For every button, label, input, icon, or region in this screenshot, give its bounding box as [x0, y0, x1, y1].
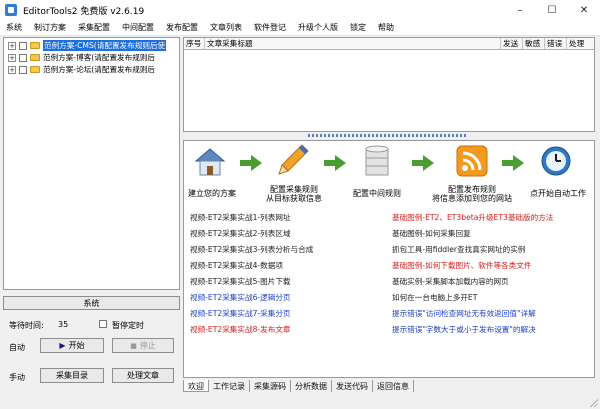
menu-item-lock[interactable]: 锁定 [344, 22, 372, 33]
tree-item[interactable]: + 范例方案-论坛(请配置发布规则后 [4, 64, 179, 75]
stop-icon: ■ [130, 341, 137, 350]
menu-item-help[interactable]: 帮助 [372, 22, 400, 33]
tutorial-link[interactable]: 视频-ET2采集实战5-图片下载 [190, 276, 291, 287]
arrow-right-icon [324, 155, 346, 171]
start-button[interactable]: ▶ 开始 [40, 338, 104, 353]
folder-icon [30, 42, 40, 49]
title-bar: EditorTools2 免费版 v2.6.19 – ☐ ✕ [0, 0, 600, 20]
auto-label: 自动 [9, 343, 25, 352]
menu-item-collect-config[interactable]: 采集配置 [72, 22, 116, 33]
database-icon[interactable] [364, 145, 390, 179]
grid-header: 序号 文章采集标题 发送 敏感 错误 处理 [184, 38, 594, 50]
expand-icon[interactable]: + [8, 65, 16, 74]
tree-item-label[interactable]: 范例方案-CMS(请配置发布规则后使 [43, 40, 167, 51]
tab-source-code[interactable]: 采集源码 [250, 380, 291, 392]
clock-icon[interactable] [540, 145, 572, 177]
arrow-right-icon [412, 155, 434, 171]
tutorial-link[interactable]: 视频-ET2采集实战6-逻辑分页 [190, 292, 291, 303]
tab-welcome[interactable]: 欢迎 [183, 380, 209, 392]
tutorial-link[interactable]: 抓包工具-用fiddler查找真实网址的实例 [392, 244, 525, 255]
menu-item-middle-config[interactable]: 中间配置 [116, 22, 160, 33]
menu-item-article-list[interactable]: 文章列表 [204, 22, 248, 33]
manual-label: 手动 [9, 373, 25, 382]
wait-time-label: 等待时间: [9, 321, 44, 330]
menu-item-plan[interactable]: 制订方案 [28, 22, 72, 33]
expand-icon[interactable]: + [8, 41, 16, 50]
tutorial-link[interactable]: 提示错误"访问检查网址无有效返回值"详解 [392, 308, 536, 319]
step-middle-rule-label: 配置中间规则 [353, 189, 401, 198]
tab-work-log[interactable]: 工作记录 [209, 380, 250, 392]
step-publish-rule-label: 配置发布规则 将信息添加到您的网站 [432, 185, 512, 203]
menu-item-system[interactable]: 系统 [0, 22, 28, 33]
arrow-right-icon [240, 155, 262, 171]
process-article-button[interactable]: 处理文章 [112, 368, 174, 383]
menu-item-publish-config[interactable]: 发布配置 [160, 22, 204, 33]
tree-item-label[interactable]: 范例方案-论坛(请配置发布规则后 [43, 64, 155, 75]
tutorial-link[interactable]: 视频-ET2采集实战1-列表网址 [190, 212, 291, 223]
expand-icon[interactable]: + [8, 53, 16, 62]
column-header-send[interactable]: 发送 [501, 38, 523, 49]
pause-timer-checkbox[interactable] [99, 320, 107, 328]
column-header-index[interactable]: 序号 [184, 38, 205, 49]
pause-timer-label: 暂停定时 [112, 321, 144, 330]
tutorial-link[interactable]: 视频-ET2采集实战7-采集分页 [190, 308, 291, 319]
plan-tree[interactable]: + 范例方案-CMS(请配置发布规则后使 + 范例方案-博客(请配置发布规则后 … [3, 37, 180, 290]
tree-item[interactable]: + 范例方案-博客(请配置发布规则后 [4, 52, 179, 63]
start-button-label: 开始 [68, 341, 85, 350]
tutorial-link[interactable]: 基础图例-如何采集回复 [392, 228, 471, 239]
rss-icon[interactable] [456, 145, 488, 177]
menu-bar: 系统 制订方案 采集配置 中间配置 发布配置 文章列表 软件登记 升级个人版 锁… [0, 20, 600, 36]
folder-icon [30, 66, 40, 73]
tutorial-link[interactable]: 基础图例-ET2、ET3beta升级ET3基础版的方法 [392, 212, 553, 223]
tutorial-link[interactable]: 基础图例-如何下载图片、软件等各类文件 [392, 260, 531, 271]
panel-splitter[interactable] [183, 133, 595, 139]
column-header-process[interactable]: 处理 [567, 38, 594, 49]
step-create-plan-label: 建立您的方案 [188, 189, 236, 198]
window-controls: – ☐ ✕ [504, 0, 600, 20]
column-header-sensitive[interactable]: 敏感 [523, 38, 545, 49]
tutorial-link[interactable]: 视频-ET2采集实战2-列表区域 [190, 228, 291, 239]
tutorial-link[interactable]: 提示错误"字数大于或小于发布设置"的解决 [392, 324, 536, 335]
column-header-title[interactable]: 文章采集标题 [205, 38, 501, 49]
tutorial-link[interactable]: 视频-ET2采集实战4-数据项 [190, 260, 283, 271]
tutorial-link[interactable]: 视频-ET2采集实战3-列表分析与合成 [190, 244, 313, 255]
resize-grip[interactable] [588, 397, 598, 407]
window-title: EditorTools2 免费版 v2.6.19 [23, 6, 145, 17]
folder-icon [30, 54, 40, 61]
collect-dir-button[interactable]: 采集目录 [40, 368, 104, 383]
menu-item-register[interactable]: 软件登记 [248, 22, 292, 33]
tree-item-label[interactable]: 范例方案-博客(请配置发布规则后 [43, 52, 155, 63]
stop-button-label: 停止 [139, 341, 156, 350]
menu-item-upgrade[interactable]: 升级个人版 [292, 22, 344, 33]
system-button[interactable]: 系统 [3, 296, 180, 310]
tutorial-link[interactable]: 视频-ET2采集实战8-发布文章 [190, 324, 291, 335]
close-button[interactable]: ✕ [568, 0, 600, 20]
tab-return-info[interactable]: 返回信息 [373, 380, 414, 392]
splitter-grip[interactable] [308, 134, 468, 137]
welcome-panel: 建立您的方案 配置采集规则 从目标获取信息 配置中间规则 配置发布规则 将信息添… [183, 140, 595, 378]
arrow-right-icon [502, 155, 524, 171]
app-icon [5, 4, 17, 16]
tutorial-link[interactable]: 如何在一台电脑上多开ET [392, 292, 477, 303]
play-icon: ▶ [59, 341, 66, 350]
pencil-icon[interactable] [276, 143, 310, 179]
step-start-label: 点开始自动工作 [530, 189, 586, 198]
tab-analysis-data[interactable]: 分析数据 [291, 380, 332, 392]
minimize-button[interactable]: – [504, 0, 536, 20]
tutorial-link[interactable]: 基础实例-采集脚本加载内容的网页 [392, 276, 509, 287]
stop-button[interactable]: ■ 停止 [112, 338, 174, 353]
tree-checkbox[interactable] [19, 53, 27, 62]
tree-checkbox[interactable] [19, 65, 27, 74]
tree-checkbox[interactable] [19, 41, 27, 50]
tab-send-code[interactable]: 发送代码 [332, 380, 373, 392]
home-icon[interactable] [194, 147, 226, 177]
maximize-button[interactable]: ☐ [536, 0, 568, 20]
article-grid[interactable]: 序号 文章采集标题 发送 敏感 错误 处理 [183, 37, 595, 132]
column-header-error[interactable]: 错误 [545, 38, 567, 49]
tree-item[interactable]: + 范例方案-CMS(请配置发布规则后使 [4, 40, 179, 51]
bottom-tabs: 欢迎 工作记录 采集源码 分析数据 发送代码 返回信息 [183, 380, 595, 393]
wait-time-value: 35 [58, 320, 69, 329]
step-collect-rule-label: 配置采集规则 从目标获取信息 [266, 185, 322, 203]
